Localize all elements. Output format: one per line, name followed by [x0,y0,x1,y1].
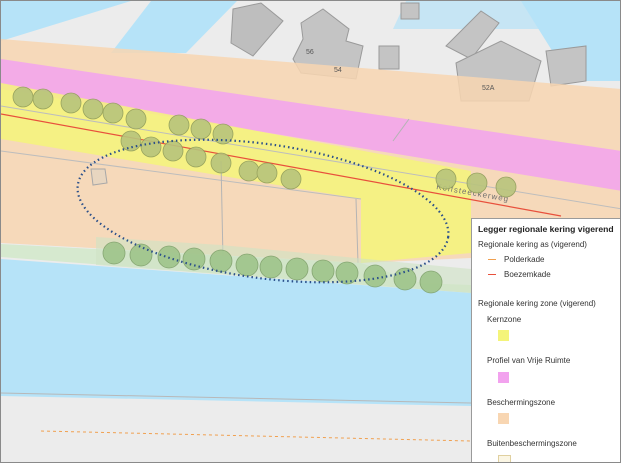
legend-kernzone: Kernzone [487,315,522,324]
legend-bescherming: Beschermingszone [487,398,556,407]
boezemkade-line-symbol [488,274,496,275]
house-number-56: 56 [306,49,314,56]
bescherming-swatch [498,413,509,424]
legend-group-zone: Regionale kering zone (vigerend) [478,299,596,308]
building-top [400,2,420,20]
house-number-52a: 52A [482,85,495,92]
legend-title: Legger regionale kering vigerend [478,224,614,234]
polderkade-line-symbol [488,259,496,260]
building-small [378,45,400,70]
south-bank [1,396,471,462]
legend-group-as: Regionale kering as (vigerend) [478,240,587,249]
map-frame: Kolfsteeckerweg 56 54 52A Legger regiona [0,0,621,463]
legend-panel: Legger regionale kering vigerend Regiona… [471,218,620,462]
buitenbescherming-swatch [498,455,511,462]
profiel-swatch [498,372,509,383]
small-shed [90,168,108,186]
legend-boezemkade: Boezemkade [504,270,551,279]
legend-profiel: Profiel van Vrije Ruimte [487,356,571,365]
kernzone-swatch [498,330,509,341]
legend-buitenbescherming: Buitenbeschermingszone [487,439,577,448]
building-right [545,45,587,87]
house-number-54: 54 [334,67,342,74]
legend-polderkade: Polderkade [504,255,545,264]
